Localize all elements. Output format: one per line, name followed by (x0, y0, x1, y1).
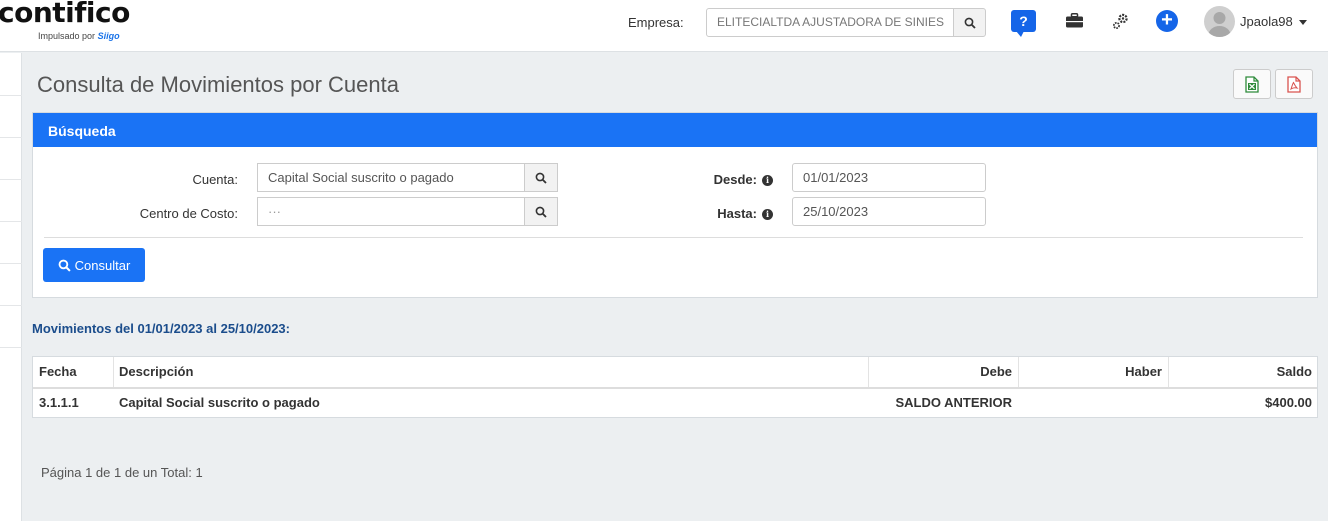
export-pdf-button[interactable] (1275, 69, 1313, 99)
logo-text: contifico (0, 0, 130, 29)
cuenta-label: Cuenta: (192, 172, 238, 187)
sidebar-divider (0, 263, 22, 264)
centro-costo-label: Centro de Costo: (139, 206, 238, 221)
caret-down-icon (1299, 20, 1308, 26)
cell-fecha: 3.1.1.1 (39, 395, 79, 410)
consultar-label: Consultar (74, 257, 131, 273)
sidebar-divider (0, 305, 22, 306)
top-navbar: contifico Impulsado por Siigo Empresa: E… (0, 0, 1328, 52)
sidebar-divider (0, 137, 22, 138)
search-icon (535, 172, 547, 184)
excel-icon (1245, 75, 1259, 93)
centro-costo-search-button[interactable] (524, 197, 558, 226)
cell-haber (1018, 388, 1168, 418)
logo-tagline: Impulsado por Siigo (38, 31, 120, 41)
desde-label: Desde: i (693, 172, 773, 187)
desde-date-input[interactable]: 01/01/2023 (792, 163, 986, 192)
empresa-label: Empresa: (628, 15, 684, 30)
help-icon[interactable]: ? (1011, 10, 1036, 37)
sidebar-divider (0, 347, 22, 348)
sidebar-divider (0, 95, 22, 96)
pdf-icon (1287, 75, 1301, 93)
gears-icon[interactable] (1112, 12, 1130, 30)
hasta-label: Hasta: i (693, 206, 773, 221)
sidebar-divider (0, 221, 22, 222)
results-title: Movimientos del 01/01/2023 al 25/10/2023… (32, 321, 290, 336)
user-menu[interactable]: Jpaola98 (1240, 14, 1308, 29)
centro-costo-input[interactable]: ··· (257, 197, 525, 226)
column-header-haber[interactable]: Haber (1018, 357, 1168, 387)
consultar-button[interactable]: Consultar (43, 248, 145, 282)
export-excel-button[interactable] (1233, 69, 1271, 99)
hasta-date-input[interactable]: 25/10/2023 (792, 197, 986, 226)
cell-saldo: $400.00 (1265, 395, 1312, 410)
search-icon (964, 17, 976, 29)
cell-descripcion: Capital Social suscrito o pagado (119, 395, 320, 410)
plus-circle-icon[interactable]: + (1156, 10, 1178, 32)
cell-debe: SALDO ANTERIOR (895, 395, 1012, 410)
column-header-debe[interactable]: Debe (868, 357, 1018, 387)
info-icon[interactable]: i (762, 175, 773, 187)
briefcase-icon[interactable] (1066, 13, 1083, 28)
app-logo[interactable]: contifico Impulsado por Siigo (0, 0, 148, 46)
column-header-descripcion[interactable]: Descripción (113, 357, 868, 387)
user-name: Jpaola98 (1240, 14, 1293, 29)
sidebar (0, 53, 22, 521)
empresa-input[interactable]: ELITECIALTDA AJUSTADORA DE SINIES (706, 8, 954, 37)
column-header-saldo[interactable]: Saldo (1168, 357, 1318, 387)
info-icon[interactable]: i (762, 209, 773, 221)
column-header-fecha[interactable]: Fecha (33, 357, 113, 387)
results-table: Fecha Descripción Debe Haber Saldo 3.1.1… (32, 356, 1318, 418)
search-icon (58, 259, 71, 272)
cuenta-search-button[interactable] (524, 163, 558, 192)
avatar[interactable] (1204, 6, 1235, 37)
cuenta-input[interactable]: Capital Social suscrito o pagado (257, 163, 525, 192)
search-icon (535, 206, 547, 218)
search-panel: Búsqueda Cuenta: Capital Social suscrito… (32, 112, 1318, 298)
page-title: Consulta de Movimientos por Cuenta (37, 72, 399, 97)
pagination-info: Página 1 de 1 de un Total: 1 (41, 465, 203, 480)
sidebar-divider (0, 179, 22, 180)
empresa-search-button[interactable] (953, 8, 986, 37)
panel-divider (44, 237, 1303, 238)
search-panel-heading: Búsqueda (33, 113, 1317, 147)
